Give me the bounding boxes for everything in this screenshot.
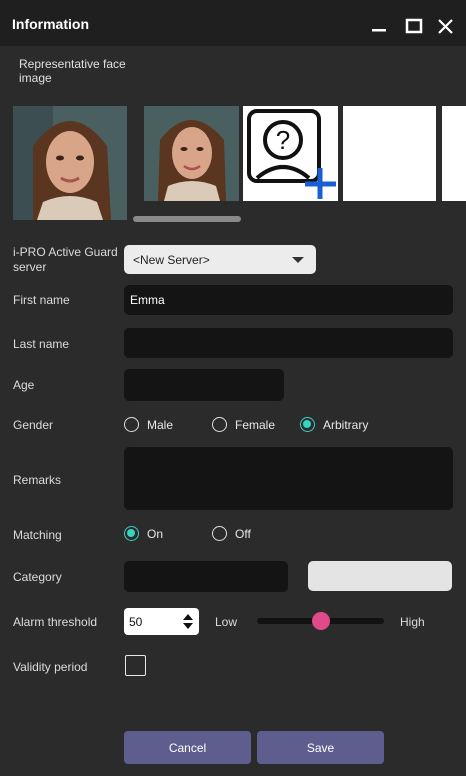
server-label: i-PRO Active Guard server: [13, 245, 118, 274]
minimize-button[interactable]: [367, 12, 391, 36]
face-image-label: Representative face image: [19, 57, 126, 85]
maximize-icon: [402, 12, 426, 36]
first-name-value: Emma: [130, 293, 165, 307]
matching-label: Matching: [13, 528, 62, 542]
gender-male-radio[interactable]: Male: [124, 417, 173, 432]
slider-high-label: High: [400, 615, 425, 629]
first-name-field[interactable]: Emma: [124, 285, 453, 315]
last-name-label: Last name: [13, 337, 70, 351]
face-photo-main[interactable]: [13, 106, 127, 220]
validity-period-label: Validity period: [13, 660, 88, 674]
remarks-field[interactable]: [124, 447, 453, 510]
maximize-button[interactable]: [402, 12, 426, 36]
gender-male-label: Male: [147, 417, 174, 432]
chevron-down-icon: [292, 257, 304, 263]
remarks-label: Remarks: [13, 473, 62, 487]
alarm-threshold-value: 50: [129, 614, 143, 629]
close-button[interactable]: [434, 12, 458, 36]
slider-low-label: Low: [215, 615, 238, 629]
gender-arbitrary-label: Arbitrary: [323, 417, 369, 432]
minimize-icon: [367, 12, 391, 36]
category-label: Category: [13, 570, 62, 584]
radio-off-icon: [212, 526, 227, 541]
category-select-button[interactable]: [308, 561, 452, 591]
radio-on-icon: [300, 417, 315, 432]
add-face-icon: ?: [243, 106, 338, 201]
title-bar: Information: [0, 0, 466, 46]
cancel-button[interactable]: Cancel: [124, 731, 251, 764]
radio-off-icon: [212, 417, 227, 432]
matching-on-label: On: [147, 526, 164, 541]
matching-off-label: Off: [235, 526, 251, 541]
validity-period-checkbox[interactable]: [125, 655, 146, 676]
empty-face-slot[interactable]: [343, 106, 436, 201]
last-name-field[interactable]: [124, 328, 453, 358]
matching-on-radio[interactable]: On: [124, 526, 163, 541]
face-scrollbar[interactable]: [133, 216, 241, 222]
first-name-label: First name: [13, 293, 70, 307]
gender-female-label: Female: [235, 417, 276, 432]
window-title: Information: [12, 16, 89, 32]
empty-face-slot[interactable]: [442, 106, 466, 201]
category-field[interactable]: [124, 561, 288, 592]
svg-text:?: ?: [276, 125, 290, 155]
gender-arbitrary-radio[interactable]: Arbitrary: [300, 417, 368, 432]
face-photo-2[interactable]: [144, 106, 239, 201]
alarm-threshold-stepper[interactable]: 50: [124, 608, 199, 635]
stepper-arrows-icon[interactable]: [182, 612, 194, 631]
radio-on-icon: [124, 526, 139, 541]
age-label: Age: [13, 378, 35, 392]
slider-handle[interactable]: [311, 612, 330, 630]
gender-label: Gender: [13, 418, 54, 432]
radio-off-icon: [124, 417, 139, 432]
gender-female-radio[interactable]: Female: [212, 417, 275, 432]
server-dropdown[interactable]: <New Server>: [124, 245, 316, 274]
save-button[interactable]: Save: [257, 731, 384, 764]
server-selected: <New Server>: [133, 252, 210, 267]
close-icon: [434, 12, 458, 36]
matching-off-radio[interactable]: Off: [212, 526, 251, 541]
age-field[interactable]: [124, 369, 284, 401]
alarm-threshold-label: Alarm threshold: [13, 615, 98, 629]
add-face-button[interactable]: ?: [243, 106, 338, 201]
